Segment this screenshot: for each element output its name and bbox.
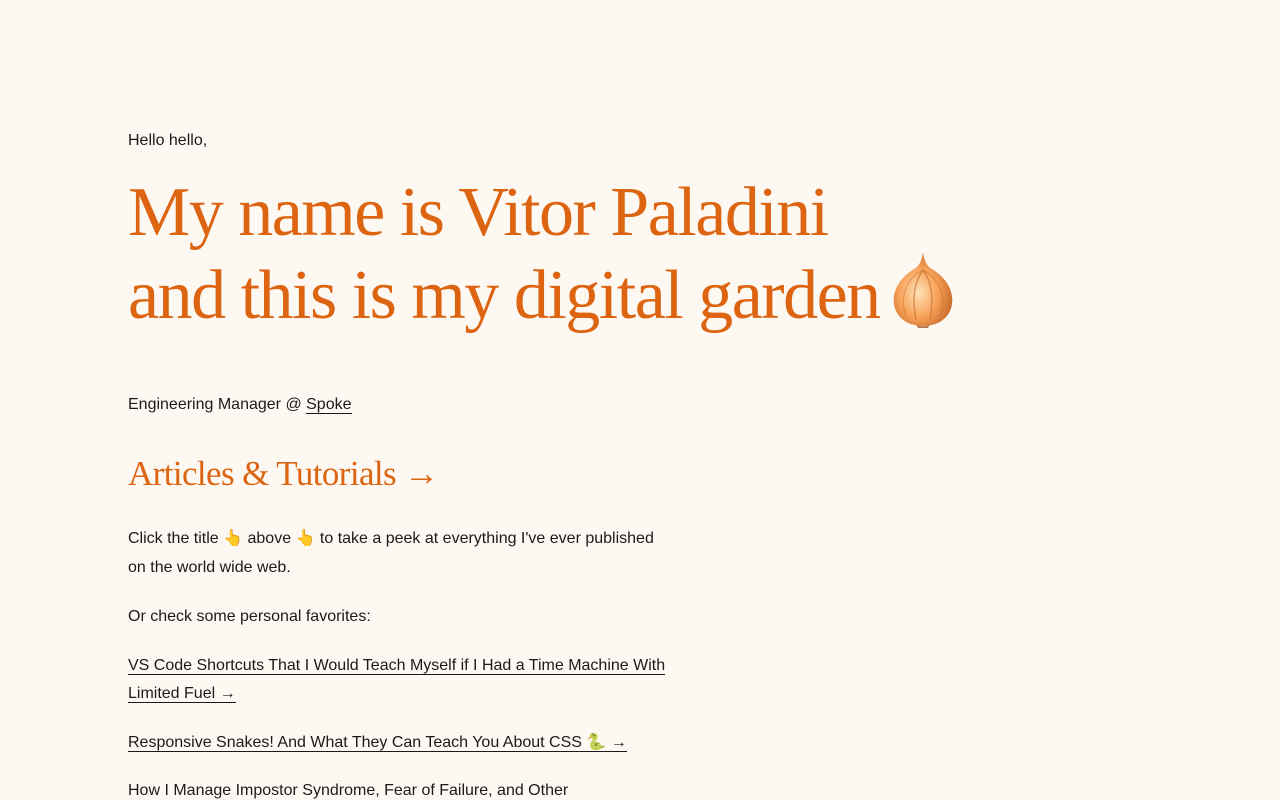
onion-icon — [893, 252, 952, 328]
articles-section-title[interactable]: Articles & Tutorials → — [128, 452, 439, 496]
favorites-intro: Or check some personal favorites: — [128, 608, 371, 625]
favorite-link-responsive-snakes[interactable]: Responsive Snakes! And What They Can Tea… — [128, 734, 627, 752]
favorite-item: VS Code Shortcuts That I Would Teach Mys… — [128, 652, 668, 708]
hero-line-2: and this is my digital garden — [128, 257, 881, 334]
articles-description: Click the title 👆 above 👆 to take a peek… — [128, 530, 654, 576]
hero-line-2-wrapper: and this is my digital garden — [128, 250, 956, 333]
favorite-item: How I Manage Impostor Syndrome, Fear of … — [128, 777, 668, 800]
favorite-link-vscode-shortcuts[interactable]: VS Code Shortcuts That I Would Teach Mys… — [128, 657, 666, 703]
hero-heading: My name is Vitor Paladini and this is my… — [128, 176, 956, 333]
favorite-item: Responsive Snakes! And What They Can Tea… — [128, 729, 668, 757]
greeting-text: Hello hello, — [128, 132, 208, 149]
hero-line-1: My name is Vitor Paladini — [128, 174, 829, 251]
favorite-link-impostor-syndrome[interactable]: How I Manage Impostor Syndrome, Fear of … — [128, 782, 568, 799]
company-link[interactable]: Spoke — [306, 396, 352, 414]
role-text: Engineering Manager @ — [128, 396, 307, 413]
role-line: Engineering Manager @ Spoke — [128, 395, 352, 415]
